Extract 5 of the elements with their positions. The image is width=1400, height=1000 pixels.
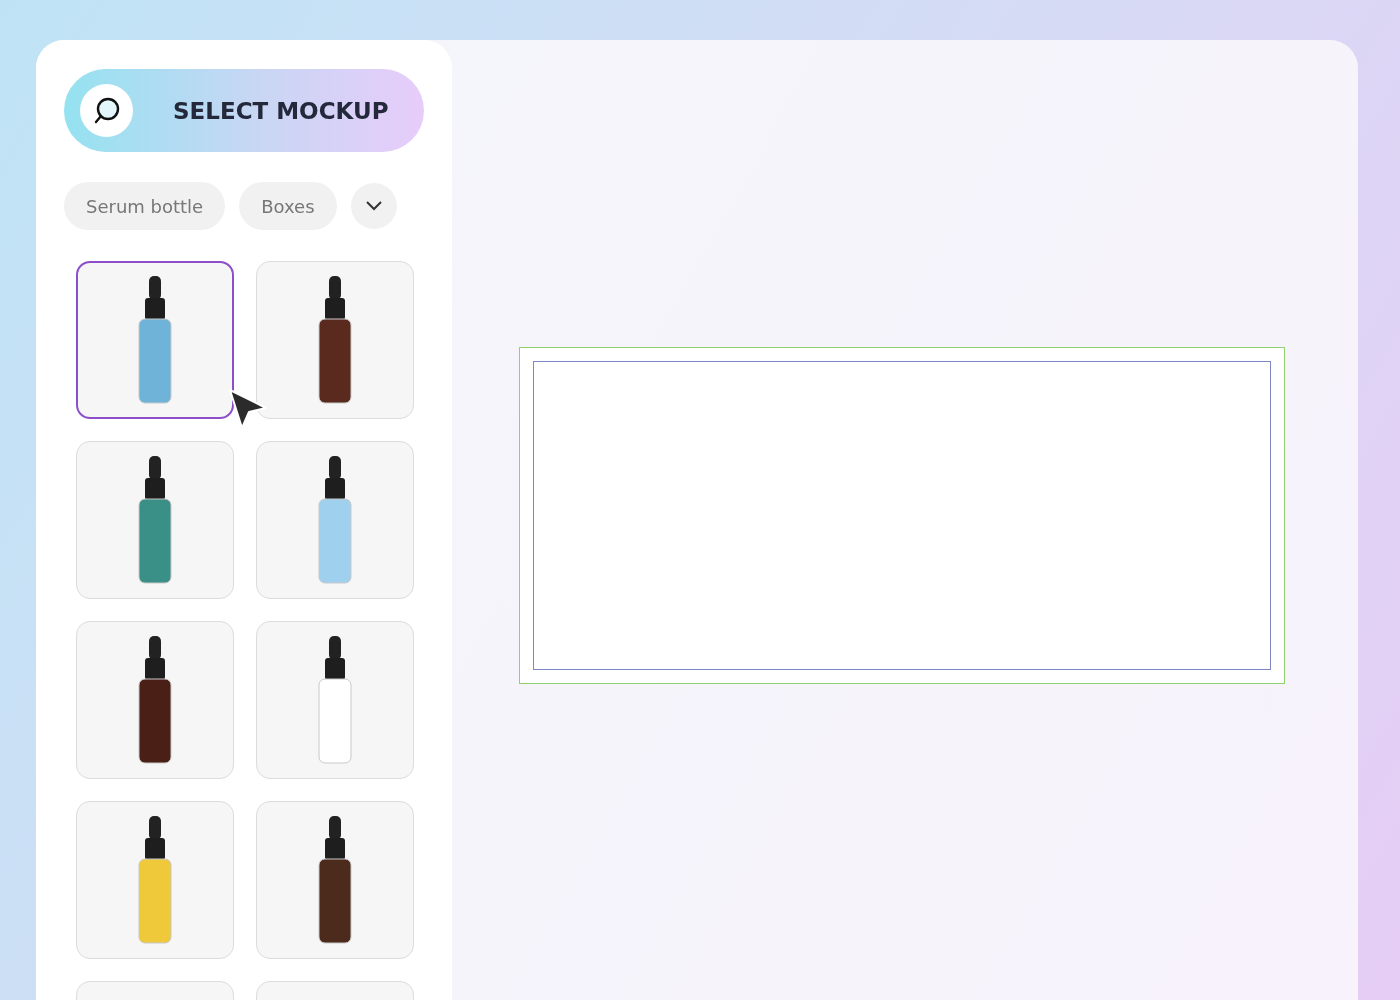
filter-chip[interactable]: Boxes xyxy=(239,182,337,230)
select-mockup-button[interactable]: SELECT MOCKUP xyxy=(64,69,424,152)
filter-chip[interactable]: Serum bottle xyxy=(64,182,226,230)
mockup-thumbnail[interactable] xyxy=(76,261,234,419)
chevron-down-icon xyxy=(365,201,382,211)
